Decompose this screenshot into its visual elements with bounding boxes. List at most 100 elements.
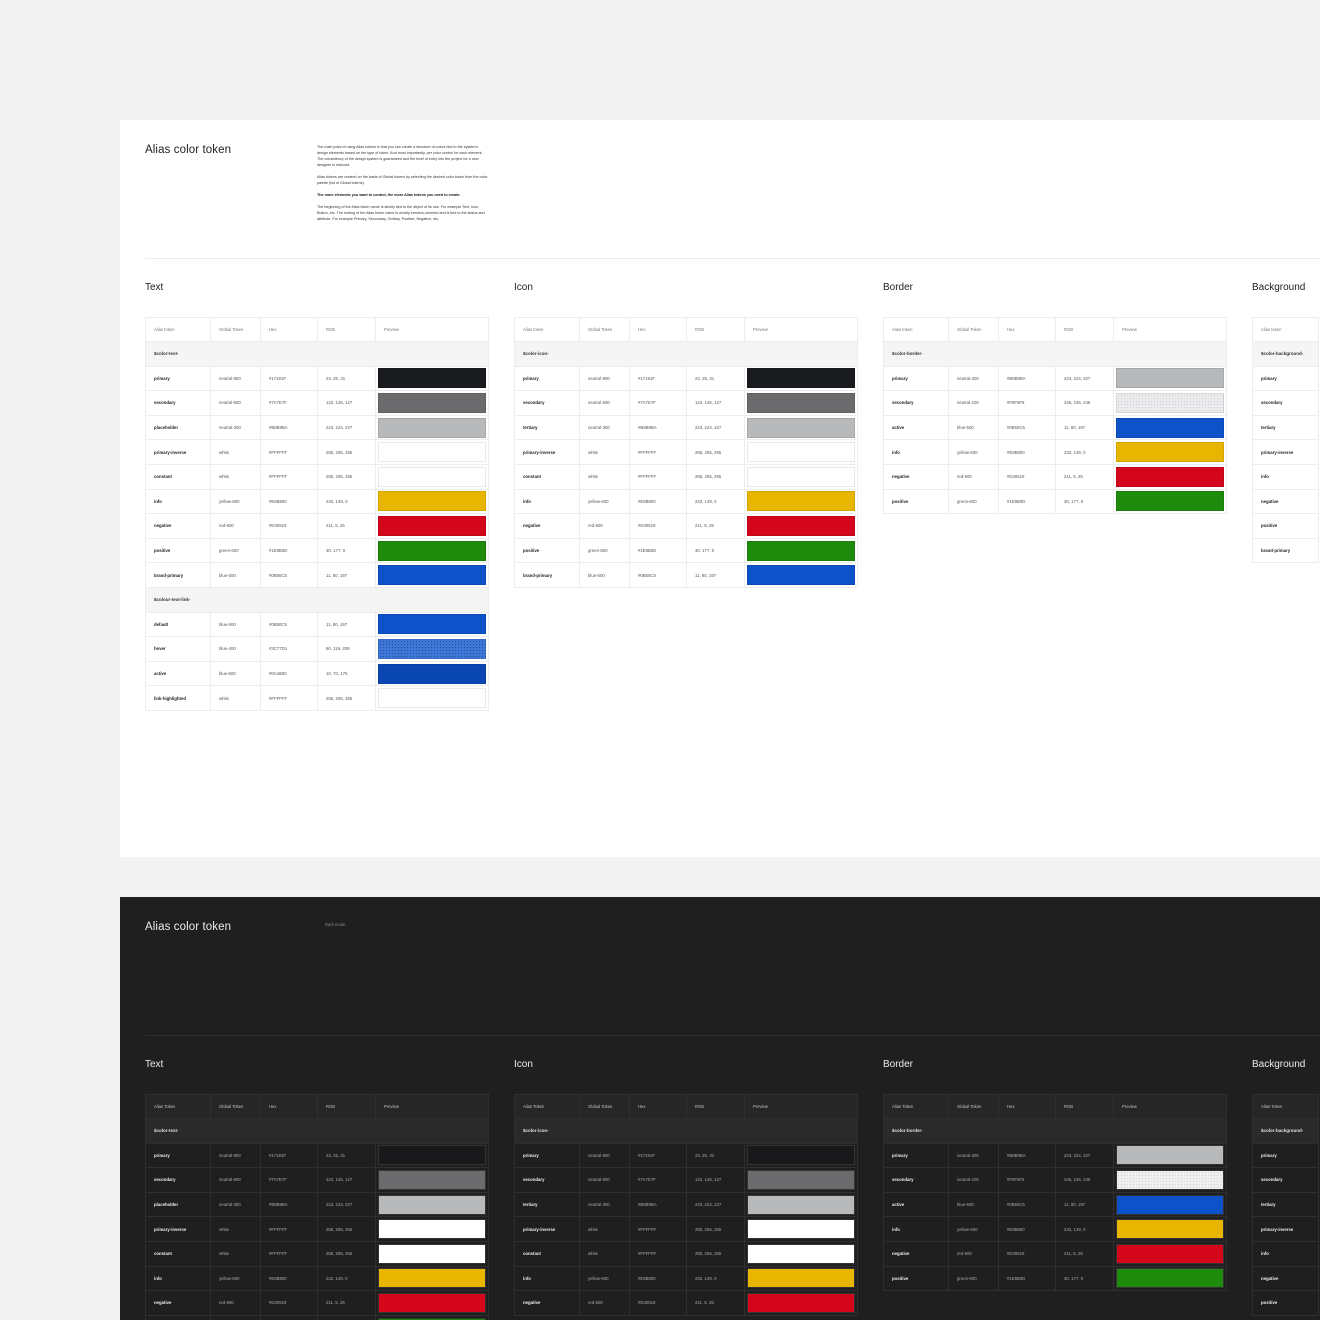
alias-token-cell: primary [515, 1143, 580, 1169]
preview-cell [376, 415, 489, 441]
alias-token-cell: primary-inverse [1253, 1217, 1319, 1242]
hex-cell: #0B50C5 [261, 563, 318, 588]
token-row: info yellow-600 #E8B800 232, 149, 0 [515, 1266, 858, 1292]
rgb-cell: 30, 177, 0 [1056, 1266, 1114, 1292]
alias-token-cell: tertiary [515, 415, 580, 441]
token-row: info yellow-600 #E8B800 232, 149, 0 [515, 489, 858, 515]
icon-token-table: Alias Token Global Token Hex RGB Preview $col… [514, 1094, 858, 1316]
global-token-cell: neutral-900 [580, 1143, 630, 1169]
swatch-border-positive [1116, 1268, 1224, 1289]
token-row: primary-inverse [1253, 1217, 1319, 1242]
hex-cell: #B8B9BA [630, 1192, 687, 1218]
swatch-icon-positive [747, 540, 855, 561]
token-row: secondary neutral-100 #F5F6F6 245, 246, 246 [884, 1168, 1227, 1193]
hex-cell: #D30519 [999, 1241, 1056, 1267]
rgb-cell: 223, 224, 227 [1056, 1143, 1114, 1169]
description-text: The main point of using Alias tokens is … [317, 144, 489, 228]
token-row: link-highlighted white #FFFFFF 255, 255, 25… [146, 686, 489, 711]
swatch-icon-negative [747, 1292, 855, 1313]
token-row: active blue-500 #0B50C5 11, 80, 197 [884, 1192, 1227, 1218]
global-token-cell: neutral-300 [580, 415, 630, 441]
hex-cell: #FFFFFF [630, 1241, 687, 1267]
hex-cell: #7A7E7F [261, 391, 318, 416]
column-header-alias-token: Alias token [1253, 318, 1319, 342]
token-group-row: $color-background- [1253, 342, 1319, 367]
global-token-cell: white [580, 464, 630, 490]
alias-token-cell: secondary [146, 1168, 211, 1193]
swatch-icon-negative [747, 515, 855, 536]
swatch-icon-tertiary [747, 1194, 855, 1215]
swatch-text-link-highlighted [378, 688, 486, 709]
token-row: brand-primary [1253, 538, 1319, 564]
token-row: secondary [1253, 391, 1319, 416]
alias-token-cell: positive [1253, 514, 1319, 539]
alias-token-cell: primary-inverse [146, 1217, 211, 1242]
rgb-cell: 30, 177, 0 [318, 538, 376, 564]
preview-cell [745, 415, 858, 441]
preview-cell [376, 1217, 489, 1242]
token-row: primary-inverse white #FFFFFF 255, 255, 255 [146, 1217, 489, 1242]
token-group-label: $color-text- [146, 342, 489, 367]
swatch-border-primary [1116, 368, 1224, 389]
swatch-text-secondary [378, 392, 486, 413]
hex-cell: #7A7E7F [630, 1168, 687, 1193]
global-token-cell [211, 1315, 261, 1320]
alias-token-cell: brand-primary [1253, 538, 1319, 564]
hex-cell: #17191F [261, 366, 318, 392]
icon-section: Icon Alias Token Global Token Hex RGB Preview… [514, 1059, 858, 1316]
rgb-cell: 232, 149, 0 [1056, 1217, 1114, 1242]
table-header-row: Alias Token Global Token Hex RGB Preview [515, 1095, 858, 1119]
column-header-hex: Hex [630, 318, 687, 342]
table-header-row: Alias Token Global Token Hex RGB Preview [146, 1095, 489, 1119]
hex-cell: #FFFFFF [630, 464, 687, 490]
alias-token-cell: active [884, 1192, 949, 1218]
swatch-icon-primary-inverse [747, 1219, 855, 1240]
swatch-border-info [1116, 1219, 1224, 1240]
preview-cell [376, 366, 489, 392]
rgb-cell: 255, 255, 255 [687, 464, 745, 490]
alias-token-cell: info [515, 1266, 580, 1292]
rgb-cell: 11, 80, 197 [1056, 1192, 1114, 1218]
alias-token-cell: active [884, 415, 949, 441]
rgb-cell: 232, 149, 0 [318, 489, 376, 515]
swatch-text-primary [378, 1145, 486, 1166]
token-row: primary neutral-300 #B8B9BA 223, 224, 227 [884, 366, 1227, 392]
preview-cell [376, 538, 489, 564]
alias-token-cell: secondary [884, 391, 949, 416]
preview-cell [745, 1168, 858, 1193]
dark-mode-panel: Alias color token Dark mode Text Alias To… [120, 897, 1320, 1320]
column-header-preview: Preview [745, 1095, 858, 1119]
preview-cell [376, 440, 489, 465]
token-row: tertiary neutral-300 #B8B9BA 223, 224, 227 [515, 415, 858, 441]
border-token-table: Alias Token Global Token Hex RGB Preview $col… [883, 1094, 1227, 1292]
alias-token-cell: constant [146, 1241, 211, 1267]
preview-cell [745, 563, 858, 588]
alias-token-cell: primary [515, 366, 580, 392]
swatch-icon-primary [747, 368, 855, 389]
dark-mode-note: Dark mode [325, 921, 346, 927]
rgb-cell: 211, 5, 25 [1056, 464, 1114, 490]
global-token-cell: yellow-600 [211, 1266, 261, 1292]
alias-token-cell: info [146, 1266, 211, 1292]
column-header-alias-token: Alias token [515, 318, 580, 342]
global-token-cell: blue-400 [211, 637, 261, 662]
column-header-rgb: RGB [687, 1095, 745, 1119]
hex-cell [261, 1315, 318, 1320]
hex-cell: #B8B9BA [999, 1143, 1056, 1169]
swatch-text-negative [378, 1292, 486, 1313]
token-group-row: $color-icon- [515, 342, 858, 367]
token-row: tertiary [1253, 1192, 1319, 1218]
alias-token-cell: secondary [146, 391, 211, 416]
rgb-cell: 30, 177, 0 [687, 538, 745, 564]
hex-cell: #0B50C5 [630, 563, 687, 588]
alias-token-cell: primary [1253, 1143, 1319, 1169]
text-section-heading: Text [145, 1059, 164, 1070]
token-row: primary neutral-900 #17191F 23, 25, 31 [146, 1143, 489, 1169]
swatch-text-active [378, 663, 486, 684]
hex-cell: #3C77D1 [261, 637, 318, 662]
column-header-preview: Preview [1114, 1095, 1227, 1119]
rgb-cell: 223, 224, 227 [687, 415, 745, 441]
hex-cell: #D30519 [630, 514, 687, 539]
rgb-cell: 223, 224, 227 [1056, 366, 1114, 392]
swatch-text-negative [378, 515, 486, 536]
